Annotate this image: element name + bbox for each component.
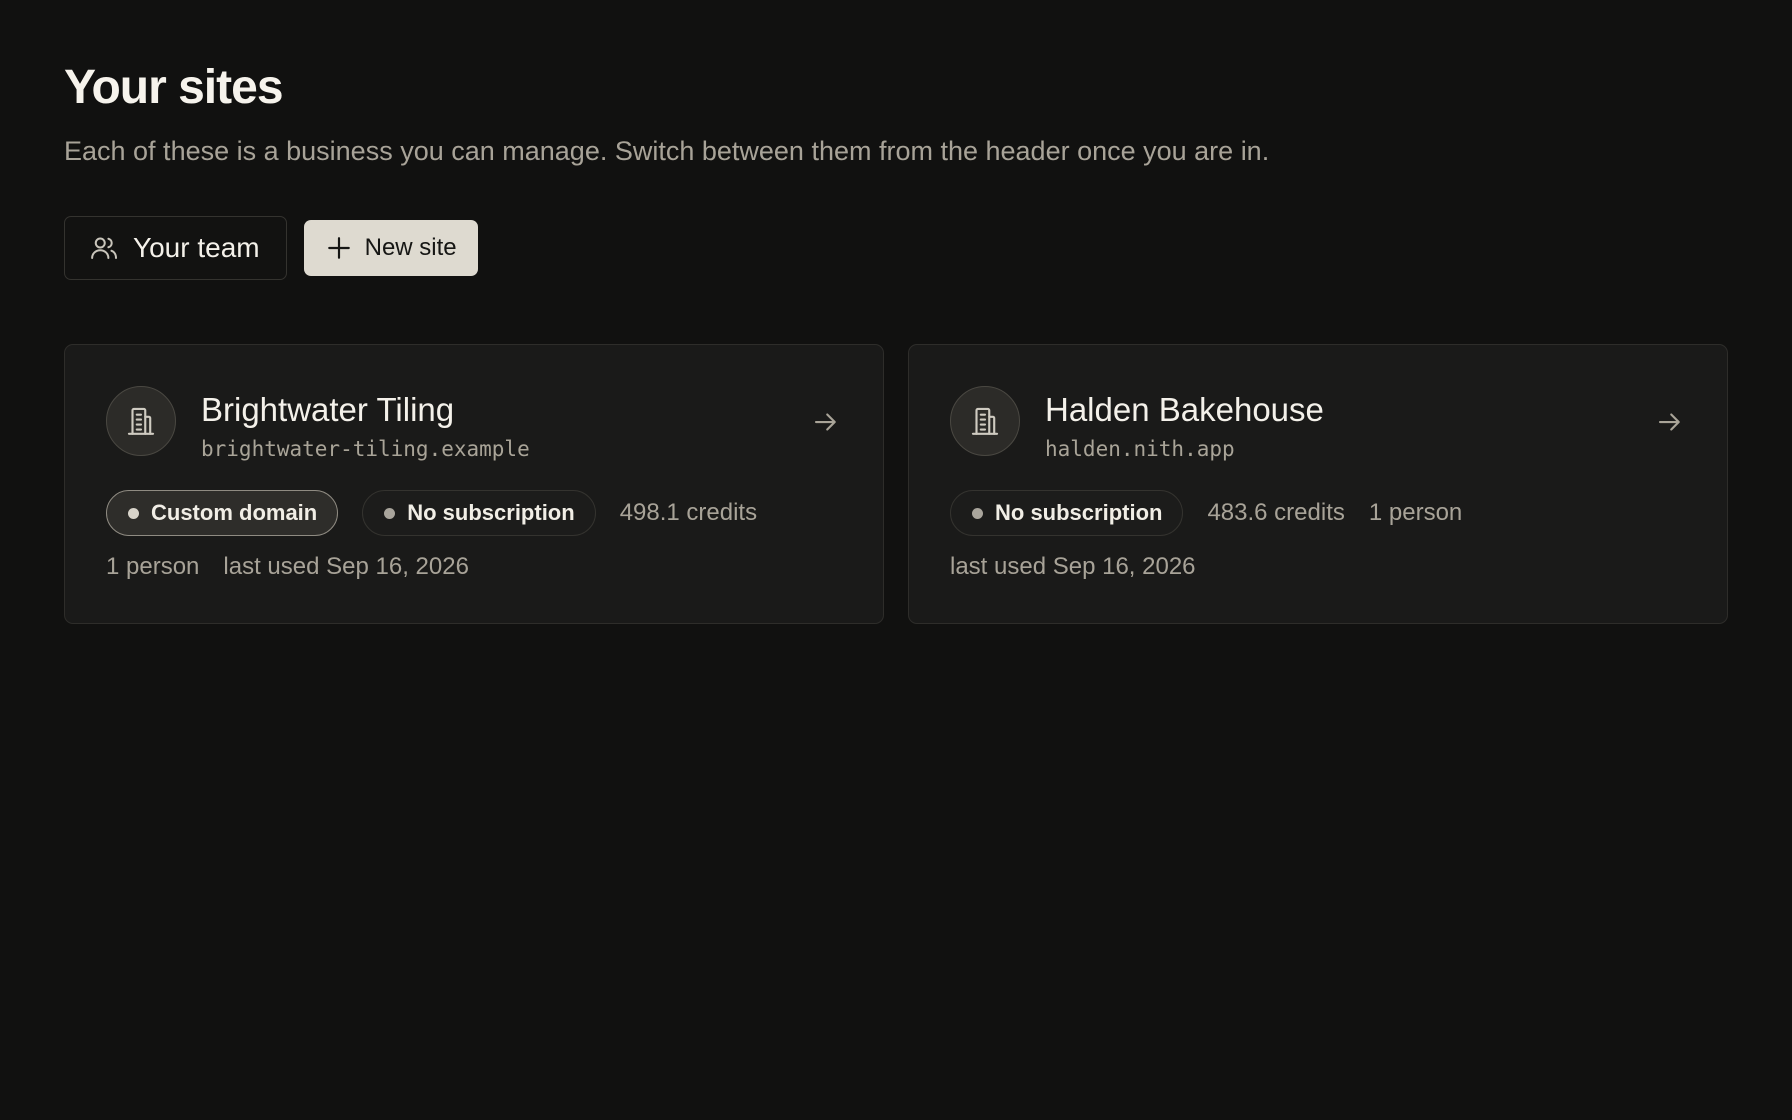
site-name: Brightwater Tiling <box>201 391 455 428</box>
arrow-right-icon[interactable] <box>811 407 841 442</box>
site-meta-secondary: 1 person last used Sep 16, 2026 <box>106 553 469 581</box>
site-last-used: last used Sep 16, 2026 <box>950 553 1196 580</box>
site-meta-secondary: last used Sep 16, 2026 <box>950 553 1196 581</box>
dot-icon <box>972 507 983 519</box>
site-list: Brightwater Tiling brightwater-tiling.ex… <box>64 344 1728 624</box>
dot-icon <box>128 507 139 519</box>
site-people: 1 person <box>106 553 200 580</box>
site-name: Halden Bakehouse <box>1045 391 1324 428</box>
building-icon <box>950 386 1020 456</box>
page-subtitle: Each of these is a business you can mana… <box>64 136 1270 166</box>
badge-label: No subscription <box>407 500 575 525</box>
subscription-badge: No subscription <box>362 490 596 536</box>
page-title: Your sites <box>64 61 284 114</box>
users-icon <box>89 233 119 263</box>
site-domain: brightwater-tiling.example <box>201 437 530 461</box>
custom-domain-badge: Custom domain <box>106 490 339 536</box>
dot-icon <box>384 507 396 519</box>
arrow-right-icon[interactable] <box>1655 407 1685 442</box>
new-site-label: New site <box>364 234 457 261</box>
subscription-badge: No subscription <box>950 490 1184 536</box>
site-people: 1 person <box>1368 499 1463 526</box>
site-credits: 498.1 credits <box>619 499 758 526</box>
building-icon <box>106 386 176 456</box>
site-credits: 483.6 credits <box>1207 499 1345 526</box>
action-bar: Your team New site <box>64 216 478 280</box>
badge-label: No subscription <box>995 500 1163 525</box>
site-last-used: last used Sep 16, 2026 <box>223 553 469 580</box>
your-team-button[interactable]: Your team <box>64 216 287 280</box>
plus-icon <box>326 235 352 261</box>
site-card[interactable]: Halden Bakehouse halden.nith.app No subs… <box>908 344 1728 624</box>
site-card[interactable]: Brightwater Tiling brightwater-tiling.ex… <box>64 344 884 624</box>
new-site-button[interactable]: New site <box>303 220 478 276</box>
your-team-label: Your team <box>133 232 260 263</box>
badge-label: Custom domain <box>151 500 318 525</box>
site-meta: No subscription 483.6 credits 1 person <box>950 490 1462 536</box>
site-domain: halden.nith.app <box>1045 437 1235 461</box>
site-meta: Custom domain No subscription 498.1 cred… <box>106 490 757 536</box>
